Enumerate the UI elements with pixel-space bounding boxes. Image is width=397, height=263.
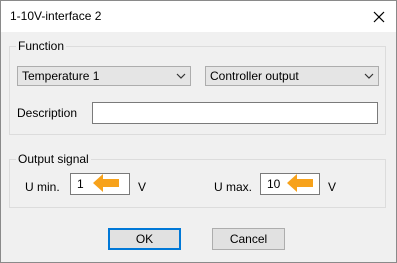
description-label: Description — [17, 106, 78, 120]
umax-label: U max. — [214, 180, 253, 194]
pointer-arrow-icon — [287, 174, 313, 192]
output-signal-group: Output signal U min. 1 V U max. 10 V — [9, 152, 386, 208]
chevron-down-icon — [176, 73, 186, 79]
ok-button[interactable]: OK — [108, 228, 181, 250]
umin-label: U min. — [25, 180, 60, 194]
pointer-arrow-icon — [93, 174, 119, 192]
chevron-down-icon — [364, 73, 374, 79]
description-input[interactable] — [92, 102, 378, 124]
source-select[interactable]: Temperature 1 — [17, 66, 191, 86]
window-title: 1-10V-interface 2 — [10, 9, 102, 23]
dialog-window: 1-10V-interface 2 Function Temperature 1… — [0, 0, 397, 263]
title-bar: 1-10V-interface 2 — [1, 1, 396, 32]
output-select[interactable]: Controller output — [205, 66, 379, 86]
output-select-value: Controller output — [210, 69, 299, 83]
umax-unit: V — [328, 180, 337, 194]
close-button[interactable] — [362, 1, 396, 32]
function-group-label: Function — [16, 39, 67, 53]
umin-unit: V — [138, 180, 147, 194]
output-signal-group-label: Output signal — [16, 152, 91, 166]
source-select-value: Temperature 1 — [22, 69, 100, 83]
close-icon — [373, 11, 385, 22]
function-group: Function Temperature 1 Controller output… — [9, 39, 386, 135]
cancel-button[interactable]: Cancel — [212, 228, 285, 250]
